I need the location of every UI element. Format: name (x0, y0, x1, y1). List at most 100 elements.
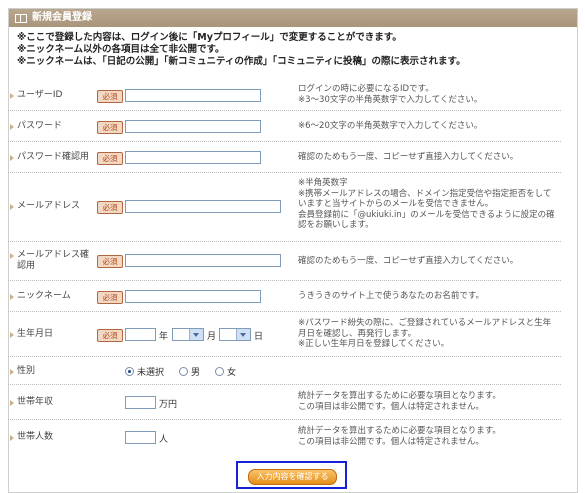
income-input[interactable] (125, 396, 156, 409)
row-income: 世帯年収 万円 統計データを算出するために必要な項目となります。 この項目は非公… (8, 385, 561, 420)
desc-line: ログインの時に必要になるIDです。 (298, 84, 434, 94)
row-email-confirm: メールアドレス確 認用 必須 確認のためもう一度、コピーせず直接入力してください… (8, 242, 561, 281)
field-label: ユーザーID (10, 90, 62, 101)
nickname-desc: うきうきのサイト上で使うあなたのお名前です。 (298, 291, 560, 302)
nickname-input[interactable] (125, 290, 261, 303)
required-badge: 必須 (97, 90, 123, 103)
row-birthday: 生年月日 必須 年 月 日 ※パスワード紛失の際に、ご登録されているメールアドレ… (8, 312, 561, 357)
gender-radio-male[interactable]: 男 (179, 365, 200, 378)
field-label: 世帯年収 (10, 397, 53, 408)
triangle-icon (10, 293, 14, 300)
label-birthday: 生年月日 (17, 329, 54, 339)
household-desc: 統計データを算出するために必要な項目となります。 この項目は非公開です。個人は特… (298, 426, 560, 447)
gender-radio-female[interactable]: 女 (215, 365, 236, 378)
desc-line: ※携帯メールアドレスの場合、ドメイン指定受信や指定拒否をして (298, 188, 552, 199)
triangle-icon (10, 123, 14, 130)
desc-line: 認をお願いします。 (298, 220, 374, 230)
triangle-icon (10, 203, 14, 210)
desc-line: ※半角英数字 (298, 178, 348, 188)
desc-line: 統計データを算出するために必要な項目となります。 (298, 391, 501, 401)
required-badge: 必須 (97, 255, 123, 268)
book-icon (15, 13, 27, 23)
chevron-down-icon (236, 329, 250, 340)
household-input[interactable] (125, 431, 156, 444)
label-income: 世帯年収 (17, 397, 54, 407)
required-badge: 必須 (97, 291, 123, 304)
required-badge: 必須 (97, 329, 123, 342)
form-rows: ユーザーID 必須 ログインの時に必要になるIDです。 ※3〜30文字の半角英数… (8, 80, 561, 454)
required-badge: 必須 (97, 201, 123, 214)
field-label: メールアドレス確 認用 (10, 250, 89, 272)
row-password-confirm: パスワード確認用 必須 確認のためもう一度、コピーせず直接入力してください。 (8, 142, 561, 173)
required-badge: 必須 (97, 121, 123, 134)
field-label: パスワード確認用 (10, 152, 89, 163)
row-password: パスワード 必須 ※6〜20文字の半角英数字で入力してください。 (8, 111, 561, 142)
desc-line: いますと当サイトからのメールを受信できません。 (298, 199, 494, 209)
field-label: 生年月日 (10, 329, 53, 340)
label-userid: ユーザーID (17, 90, 63, 100)
email-desc: ※半角英数字 ※携帯メールアドレスの場合、ドメイン指定受信や指定拒否をして いま… (298, 178, 560, 231)
label-household: 世帯人数 (17, 432, 54, 442)
triangle-icon (10, 368, 14, 375)
label-gender: 性別 (17, 366, 36, 376)
chevron-down-icon (189, 329, 203, 340)
panel-title: 新規会員登録 (32, 12, 92, 23)
triangle-icon (10, 92, 14, 99)
desc-line: 月日を確認し、再発行します。 (298, 328, 417, 339)
triangle-icon (10, 399, 14, 406)
field-label: 性別 (10, 366, 35, 377)
birth-day-select[interactable] (219, 328, 251, 341)
desc-line: 確認のためもう一度、コピーせず直接入力してください。 (298, 152, 519, 162)
desc-line: ※正しい生年月日を登録してください。 (298, 339, 450, 349)
password-input[interactable] (125, 120, 261, 133)
day-unit: 日 (254, 332, 264, 342)
month-unit: 月 (207, 332, 217, 342)
income-unit: 万円 (159, 400, 178, 410)
password-confirm-input[interactable] (125, 151, 261, 164)
row-household: 世帯人数 人 統計データを算出するために必要な項目となります。 この項目は非公開… (8, 420, 561, 454)
confirm-button[interactable]: 入力内容を確認する (248, 469, 337, 485)
label-password-confirm: パスワード確認用 (17, 152, 90, 162)
triangle-icon (10, 252, 14, 259)
radio-icon (215, 367, 224, 376)
notice-line: ※ニックネーム以外の各項目は全て非公開です。 (17, 44, 225, 55)
birth-year-input[interactable] (125, 328, 156, 341)
password-desc: ※6〜20文字の半角英数字で入力してください。 (298, 121, 560, 132)
birthday-desc: ※パスワード紛失の際に、ご登録されているメールアドレスと生年 月日を確認し、再発… (298, 318, 560, 350)
email-confirm-input[interactable] (125, 254, 281, 267)
notice-line: ※ここで登録した内容は、ログイン後に「Myプロフィール」で変更することができます… (17, 32, 402, 43)
notice-block: ※ここで登録した内容は、ログイン後に「Myプロフィール」で変更することができます… (9, 27, 577, 68)
required-badge: 必須 (97, 152, 123, 165)
radio-label: 男 (191, 368, 201, 378)
label-email-confirm-line2: 認用 (17, 261, 36, 271)
triangle-icon (10, 434, 14, 441)
radio-label: 女 (227, 368, 237, 378)
label-email-confirm-line1: メールアドレス確 (17, 250, 90, 260)
desc-line: この項目は非公開です。個人は特定されません。 (298, 436, 484, 447)
desc-line: ※パスワード紛失の際に、ご登録されているメールアドレスと生年 (298, 318, 552, 328)
year-unit: 年 (159, 332, 169, 342)
userid-desc: ログインの時に必要になるIDです。 ※3〜30文字の半角英数字で入力してください… (298, 84, 560, 105)
radio-selected-icon (125, 367, 134, 376)
label-email: メールアドレス (17, 201, 81, 211)
triangle-icon (10, 331, 14, 338)
desc-line: 確認のためもう一度、コピーせず直接入力してください。 (298, 256, 519, 266)
row-nickname: ニックネーム 必須 うきうきのサイト上で使うあなたのお名前です。 (8, 281, 561, 312)
income-desc: 統計データを算出するために必要な項目となります。 この項目は非公開です。個人は特… (298, 391, 560, 412)
radio-icon (179, 367, 188, 376)
userid-input[interactable] (125, 89, 261, 102)
birth-month-select[interactable] (172, 328, 204, 341)
desc-line: この項目は非公開です。個人は特定されません。 (298, 401, 484, 412)
desc-line: ※3〜30文字の半角英数字で入力してください。 (298, 94, 483, 105)
email-confirm-desc: 確認のためもう一度、コピーせず直接入力してください。 (298, 256, 560, 267)
household-unit: 人 (159, 435, 169, 445)
password-confirm-desc: 確認のためもう一度、コピーせず直接入力してください。 (298, 152, 560, 163)
field-label: メールアドレス (10, 201, 80, 212)
gender-radio-unselected[interactable]: 未選択 (125, 365, 164, 378)
label-password: パスワード (17, 121, 63, 131)
desc-line: うきうきのサイト上で使うあなたのお名前です。 (298, 291, 484, 301)
row-userid: ユーザーID 必須 ログインの時に必要になるIDです。 ※3〜30文字の半角英数… (8, 80, 561, 111)
desc-line: 会員登録前に「@ukiuki.in」のメールを受信できるように設定の確 (298, 209, 555, 220)
field-label: ニックネーム (10, 291, 71, 302)
email-input[interactable] (125, 200, 281, 213)
